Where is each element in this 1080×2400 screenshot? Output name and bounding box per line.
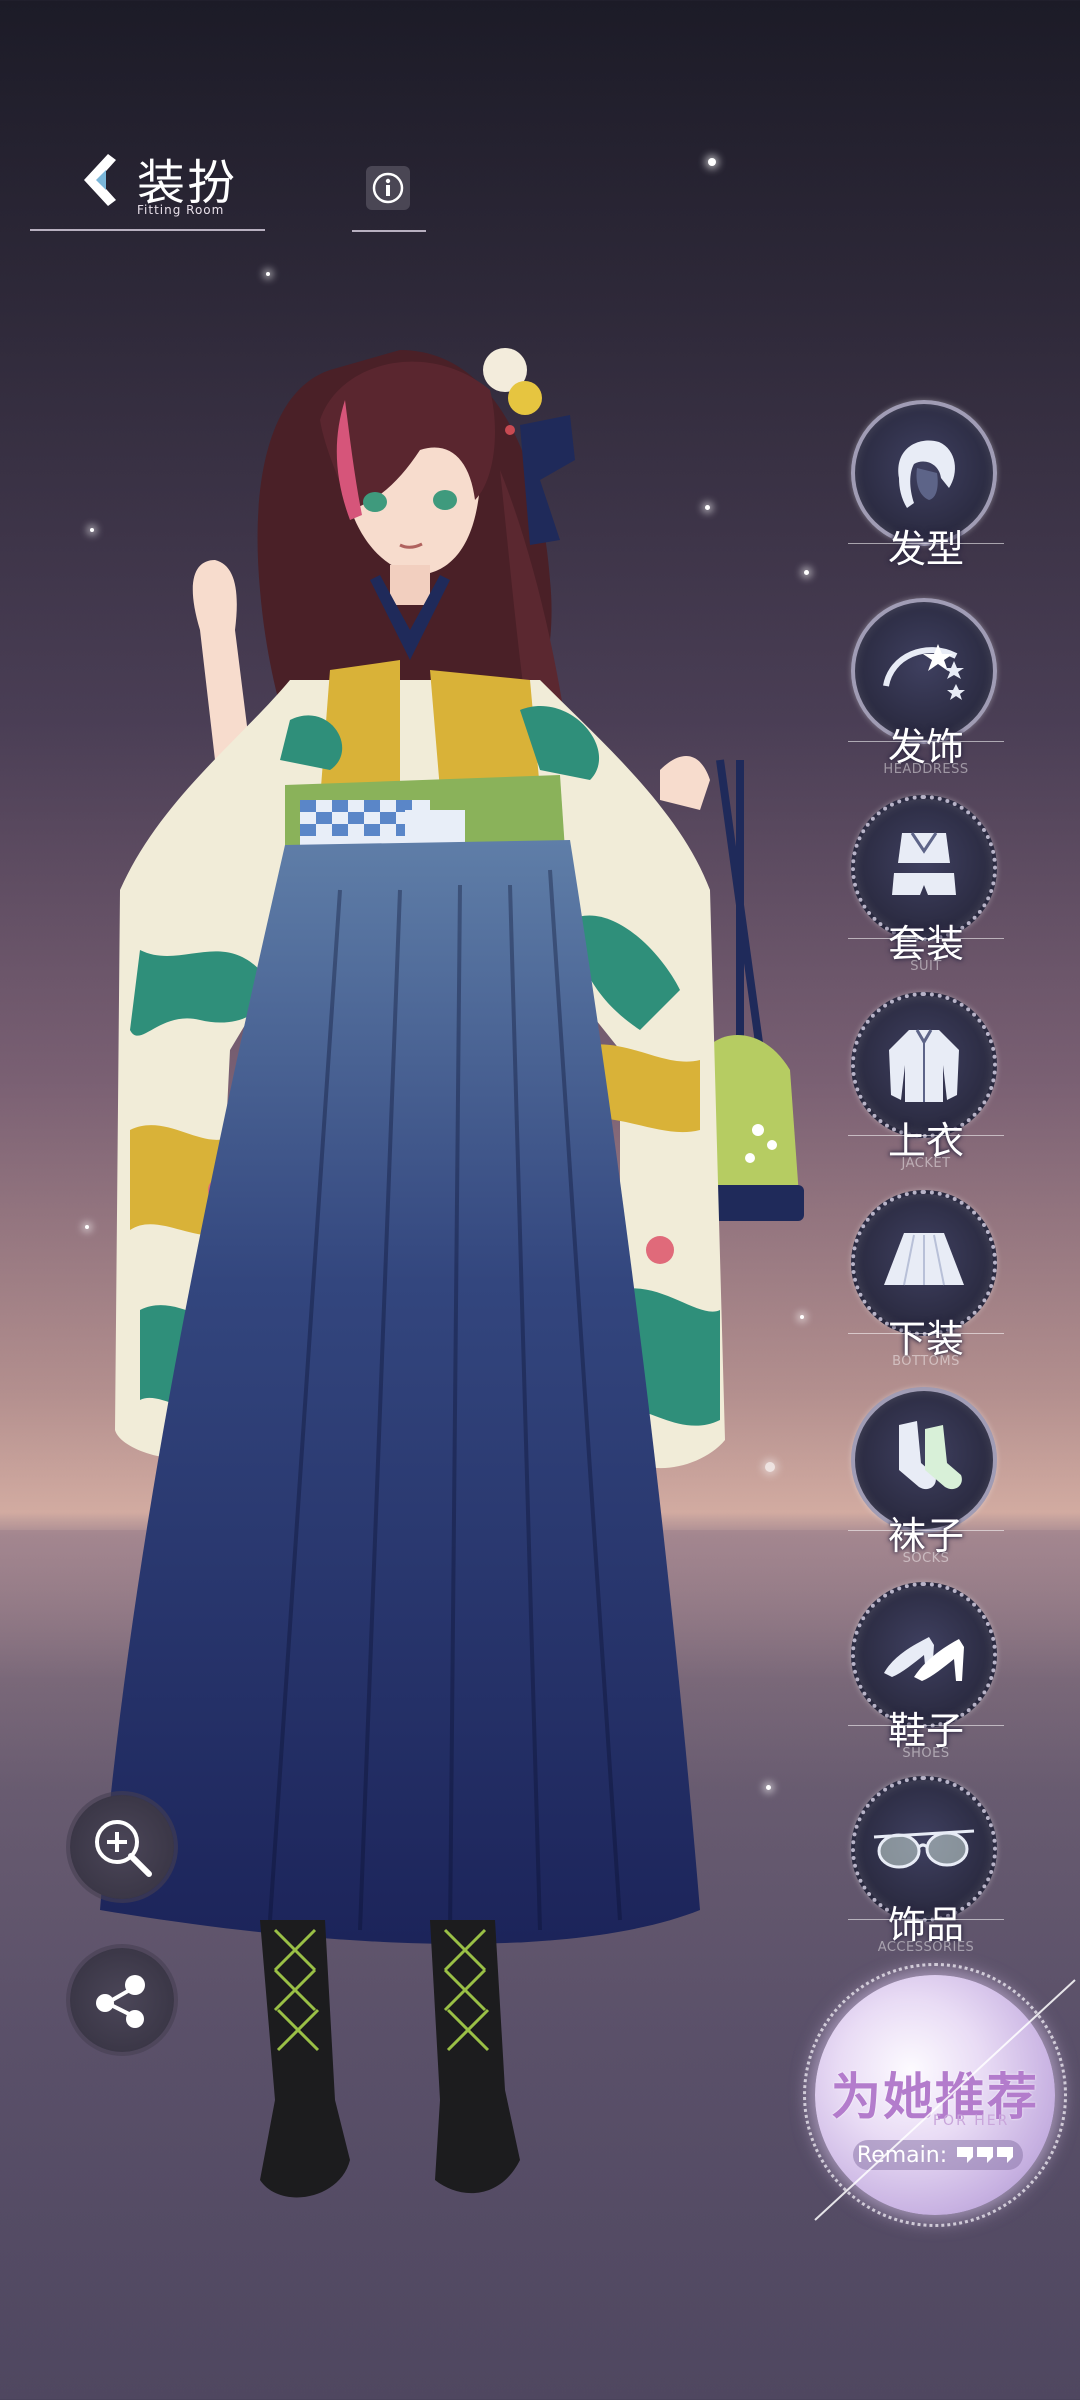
category-en-label: SOCKS	[902, 1551, 950, 1566]
category-divider	[848, 741, 1004, 742]
header: 装扮 Fitting Room	[30, 135, 265, 232]
share-icon	[96, 1975, 145, 2028]
header-underline	[30, 229, 265, 231]
category-label: 发型	[887, 527, 964, 571]
category-en-label: SHOES	[902, 1746, 950, 1761]
category-suit[interactable]: 套装 SUIT	[848, 795, 1004, 980]
zoom-button[interactable]	[70, 1795, 174, 1899]
category-accessories[interactable]: 饰品 ACCESSORIES	[848, 1776, 1004, 1961]
info-button[interactable]	[366, 166, 410, 210]
info-icon	[372, 172, 404, 204]
sparkle	[708, 158, 716, 166]
category-divider	[848, 1919, 1004, 1920]
category-divider	[848, 1333, 1004, 1334]
sparkle	[266, 272, 270, 276]
category-bottoms[interactable]: 下装 BOTTOMS	[848, 1190, 1004, 1375]
category-shoes[interactable]: 鞋子 SHOES	[848, 1582, 1004, 1767]
category-socks[interactable]: 袜子 SOCKS	[848, 1387, 1004, 1572]
category-divider	[848, 1725, 1004, 1726]
category-divider	[848, 938, 1004, 939]
info-underline	[352, 230, 426, 232]
category-jacket[interactable]: 上衣 JACKET	[848, 992, 1004, 1177]
zoom-in-icon	[95, 1820, 152, 1877]
category-en-label: HEADDRESS	[883, 762, 969, 777]
share-button[interactable]	[70, 1948, 174, 2052]
sparkle	[85, 1225, 89, 1229]
category-hairstyle[interactable]: 发型	[848, 400, 1004, 585]
category-en-label: ACCESSORIES	[877, 1940, 975, 1955]
sparkle	[90, 528, 94, 532]
category-en-label: JACKET	[901, 1156, 951, 1171]
info-button-wrap	[352, 166, 426, 232]
category-divider	[848, 1530, 1004, 1531]
category-headdress[interactable]: 发饰 HEADDRESS	[848, 598, 1004, 783]
back-arrow-icon[interactable]	[78, 152, 124, 208]
page-subtitle: Fitting Room	[137, 203, 225, 217]
category-en-label: BOTTOMS	[892, 1354, 960, 1369]
character-model	[100, 348, 804, 2198]
category-divider	[848, 1135, 1004, 1136]
category-en-label: SUIT	[910, 959, 942, 974]
recommend-slash	[814, 1979, 1076, 2221]
category-divider	[848, 543, 1004, 544]
